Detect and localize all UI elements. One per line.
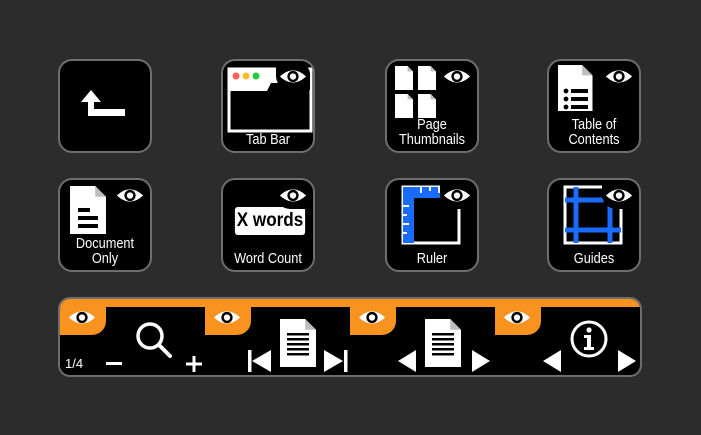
tile-label: Table of Contents (568, 117, 620, 148)
page-thumbnails-toggle[interactable]: Page Thumbnails (385, 59, 479, 153)
previous-info-button[interactable] (541, 349, 563, 373)
word-count-toggle[interactable]: X words Word Count (221, 178, 315, 272)
eye-icon (502, 307, 532, 328)
last-page-button[interactable] (322, 349, 350, 373)
eye-icon (357, 307, 387, 328)
eye-icon (278, 66, 308, 87)
eye-icon (442, 185, 472, 206)
eye-icon (115, 185, 145, 206)
eye-icon (278, 185, 308, 206)
guides-toggle[interactable]: Guides (547, 178, 641, 272)
visibility-eye[interactable] (440, 64, 474, 90)
visibility-eye[interactable] (602, 64, 636, 90)
visibility-eye[interactable] (276, 64, 310, 90)
tile-label: Tab Bar (246, 132, 290, 148)
word-count-badge: X words (234, 207, 306, 235)
tile-label: Document Only (75, 236, 135, 267)
info-icon[interactable] (569, 319, 609, 359)
table-of-contents-toggle[interactable]: Table of Contents (547, 59, 641, 153)
tile-label: Ruler (416, 251, 448, 267)
page-indicator: 1/4 (65, 356, 84, 371)
zoom-out-button[interactable] (104, 359, 124, 369)
magnifier-icon (136, 322, 172, 358)
document-icon (280, 319, 316, 367)
next-page-button[interactable] (470, 349, 492, 373)
tile-label: Guides (573, 251, 615, 267)
document-only-toggle[interactable]: Document Only (58, 178, 152, 272)
document-icon (425, 319, 461, 367)
previous-page-button[interactable] (396, 349, 418, 373)
zoom-visibility-tab[interactable] (60, 299, 106, 335)
tile-label: Word Count (234, 251, 302, 267)
next-info-button[interactable] (616, 349, 638, 373)
eye-icon (67, 307, 97, 328)
first-page-button[interactable] (246, 349, 274, 373)
eye-icon (604, 185, 634, 206)
tile-label: Page Thumbnails (399, 117, 465, 148)
tab-bar-toggle[interactable]: Tab Bar (221, 59, 315, 153)
eye-icon (442, 66, 472, 87)
ruler-toggle[interactable]: Ruler (385, 178, 479, 272)
back-button[interactable] (58, 59, 152, 153)
zoom-in-button[interactable] (184, 354, 204, 374)
doc-nav-visibility-tab[interactable] (350, 299, 396, 335)
visibility-eye[interactable] (113, 183, 147, 209)
visibility-eye[interactable] (602, 183, 636, 209)
info-nav-visibility-tab[interactable] (495, 299, 541, 335)
back-arrow-icon (81, 90, 125, 116)
page-nav-visibility-tab[interactable] (205, 299, 251, 335)
eye-icon (604, 66, 634, 87)
eye-icon (212, 307, 242, 328)
visibility-eye[interactable] (276, 183, 310, 209)
visibility-eye[interactable] (440, 183, 474, 209)
bottom-toolbar: 1/4 (58, 297, 642, 377)
